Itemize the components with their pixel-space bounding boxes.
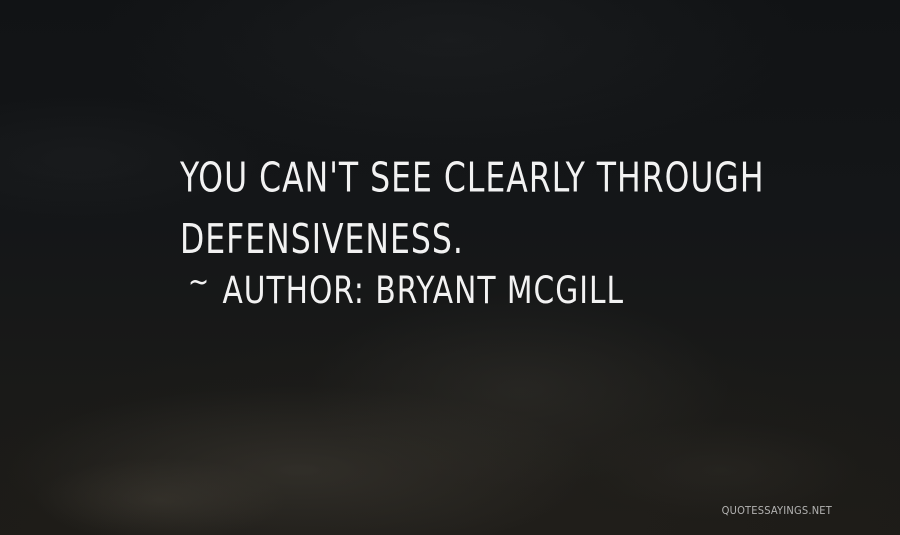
quote-block: You can't see clearly through defensiven… xyxy=(180,148,860,312)
quote-text: You can't see clearly through defensiven… xyxy=(180,155,765,264)
author-line: ~ Author: Bryant McGill xyxy=(180,262,860,315)
author-tilde: ~ xyxy=(188,262,211,300)
author-name: Bryant McGill xyxy=(375,268,625,312)
site-watermark: quotessayings.net xyxy=(721,504,832,517)
author-label: Author: xyxy=(222,268,365,312)
